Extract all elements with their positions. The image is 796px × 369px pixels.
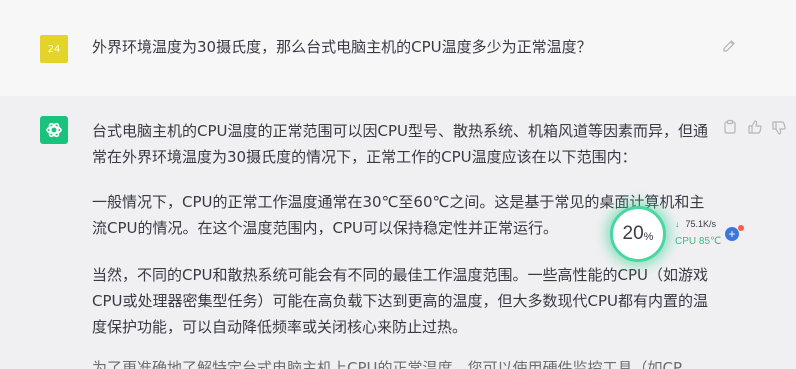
notification-dot [738, 225, 744, 231]
thumbs-up-icon[interactable] [747, 119, 763, 135]
chatgpt-logo-icon [40, 116, 68, 144]
user-avatar: 24 [40, 35, 68, 63]
cpu-load-value: 20% [613, 209, 663, 259]
download-arrow-icon: ↓ [675, 219, 680, 229]
user-question: 外界环境温度为30摄氏度，那么台式电脑主机的CPU温度多少为正常温度？ [92, 38, 592, 56]
add-icon[interactable]: + [725, 227, 739, 241]
answer-paragraph-3: 当然，不同的CPU和散热系统可能会有不同的最佳工作温度范围。一些高性能的CPU（… [92, 266, 709, 336]
cpu-load-unit: % [643, 230, 654, 243]
thumbs-down-icon[interactable] [771, 120, 787, 136]
network-speed-value: 75.1K/s [685, 219, 717, 229]
answer-paragraph-4: 为了更准确地了解特定台式电脑主机上CPU的正常温度，您可以使用硬件监控工具（如C… [92, 359, 683, 369]
cpu-load-gauge[interactable]: 20% [610, 206, 666, 262]
cpu-temperature: CPU 85℃ [675, 236, 722, 247]
answer-paragraph-1: 台式电脑主机的CPU温度的正常范围可以因CPU型号、散热系统、机箱风道等因素而异… [92, 122, 709, 166]
network-speed: ↓ 75.1K/s [675, 219, 716, 229]
cpu-load-number: 20 [622, 223, 644, 244]
copy-icon[interactable] [723, 119, 737, 135]
edit-icon[interactable] [721, 38, 737, 54]
